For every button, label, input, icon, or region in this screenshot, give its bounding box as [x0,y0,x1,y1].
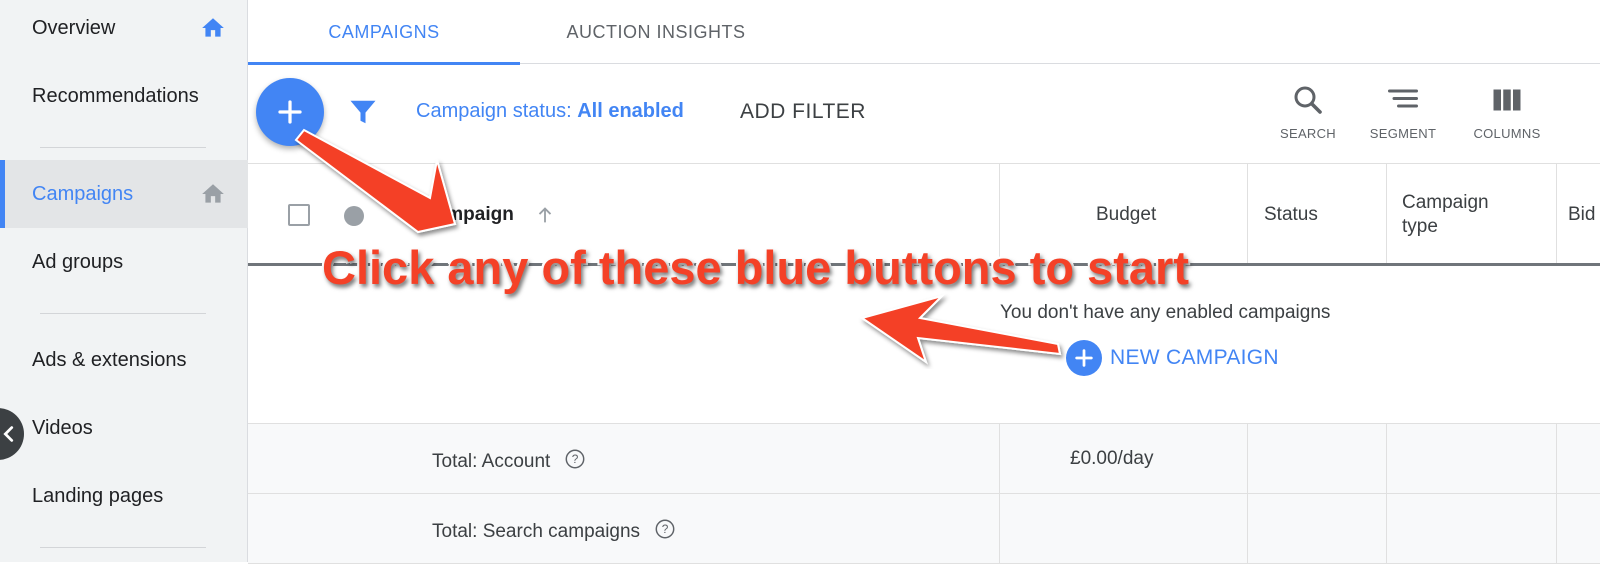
filter-icon[interactable] [348,97,378,127]
tool-label: SEGMENT [1369,126,1437,141]
column-divider [1247,424,1248,494]
select-all-checkbox[interactable] [288,204,310,226]
segment-icon [1388,89,1418,108]
sidebar-item-label: Overview [32,16,116,39]
sidebar-item-label: Videos [32,416,93,439]
search-button[interactable]: SEARCH [1263,82,1353,148]
search-icon [1294,86,1322,114]
total-budget: £0.00/day [1070,448,1154,469]
column-divider [1556,494,1557,564]
column-header-budget[interactable]: Budget [1096,204,1156,226]
svg-text:?: ? [572,452,579,466]
campaign-status-filter[interactable]: Campaign status: All enabled [416,100,684,123]
column-header-campaign-type-2[interactable]: type [1402,216,1438,238]
sidebar-item-landing-pages[interactable]: Landing pages [0,462,248,530]
column-divider [1386,494,1387,564]
active-indicator [0,160,5,228]
sidebar-item-recommendations[interactable]: Recommendations [0,62,248,130]
filter-prefix: Campaign status: [416,100,578,122]
svg-text:?: ? [662,522,669,536]
add-filter-button[interactable]: ADD FILTER [740,100,866,124]
tab-campaigns[interactable]: CAMPAIGNS [248,0,520,65]
table-row: Total: Search campaigns? [248,494,1600,564]
tab-bar: CAMPAIGNS AUCTION INSIGHTS [248,0,1600,65]
column-divider [1247,164,1248,263]
columns-button[interactable]: COLUMNS [1462,82,1552,148]
sidebar-divider [40,313,206,314]
toolbar: Campaign status: All enabled ADD FILTER … [248,64,1600,164]
total-label: Total: Account? [432,448,586,473]
column-divider [999,494,1000,564]
tab-label: AUCTION INSIGHTS [566,21,746,42]
column-divider [1247,494,1248,564]
sidebar-item-ad-groups[interactable]: Ad groups [0,228,248,296]
plus-icon [278,100,302,124]
tab-label: CAMPAIGNS [328,21,440,42]
sidebar-item-label: Campaigns [32,182,134,205]
plus-circle-icon [1066,340,1102,376]
column-divider [1556,424,1557,494]
columns-icon [1493,89,1521,111]
sidebar-divider [40,147,206,148]
sidebar-item-label: Recommendations [32,84,199,107]
column-divider [1386,424,1387,494]
filter-value: All enabled [577,100,684,122]
sidebar-divider [40,547,206,548]
sidebar-nav: Overview Recommendations Campaigns Ad gr… [0,0,248,562]
segment-button[interactable]: SEGMENT [1358,82,1448,148]
sidebar-item-videos[interactable]: Videos [0,394,248,462]
total-label-text: Total: Account [432,451,551,472]
total-label: Total: Search campaigns? [432,518,676,543]
home-icon [202,18,224,37]
sidebar-item-label: Landing pages [32,484,164,507]
total-label-text: Total: Search campaigns [432,521,641,542]
sort-arrow-up-icon[interactable] [534,204,556,226]
column-header-campaign[interactable]: Campaign [422,204,514,226]
tool-label: COLUMNS [1473,126,1541,141]
column-divider [1556,164,1557,263]
column-divider [999,424,1000,494]
tab-auction-insights[interactable]: AUCTION INSIGHTS [520,0,792,64]
sidebar-item-campaigns[interactable]: Campaigns [0,160,248,228]
help-icon[interactable]: ? [564,448,586,470]
new-campaign-button[interactable]: NEW CAMPAIGN [1066,340,1279,376]
annotation-text: Click any of these blue buttons to start [321,240,1190,295]
new-campaign-label: NEW CAMPAIGN [1110,346,1279,369]
table-row: Total: Account? £0.00/day [248,424,1600,494]
tool-label: SEARCH [1280,126,1336,141]
help-icon[interactable]: ? [654,518,676,540]
home-icon [202,184,224,203]
add-campaign-button[interactable] [256,78,324,146]
column-divider [1386,164,1387,263]
sidebar-item-ads-extensions[interactable]: Ads & extensions [0,326,248,394]
column-header-bid[interactable]: Bid [1568,204,1595,226]
empty-state-message: You don't have any enabled campaigns [1000,302,1331,323]
column-header-campaign-type-1[interactable]: Campaign [1402,192,1489,214]
sidebar-item-label: Ads & extensions [32,348,187,371]
sidebar-item-label: Ad groups [32,250,124,273]
sidebar-item-overview[interactable]: Overview [0,0,248,62]
chevron-left-icon [3,426,14,442]
column-header-status[interactable]: Status [1264,204,1318,226]
status-dot [344,206,364,226]
